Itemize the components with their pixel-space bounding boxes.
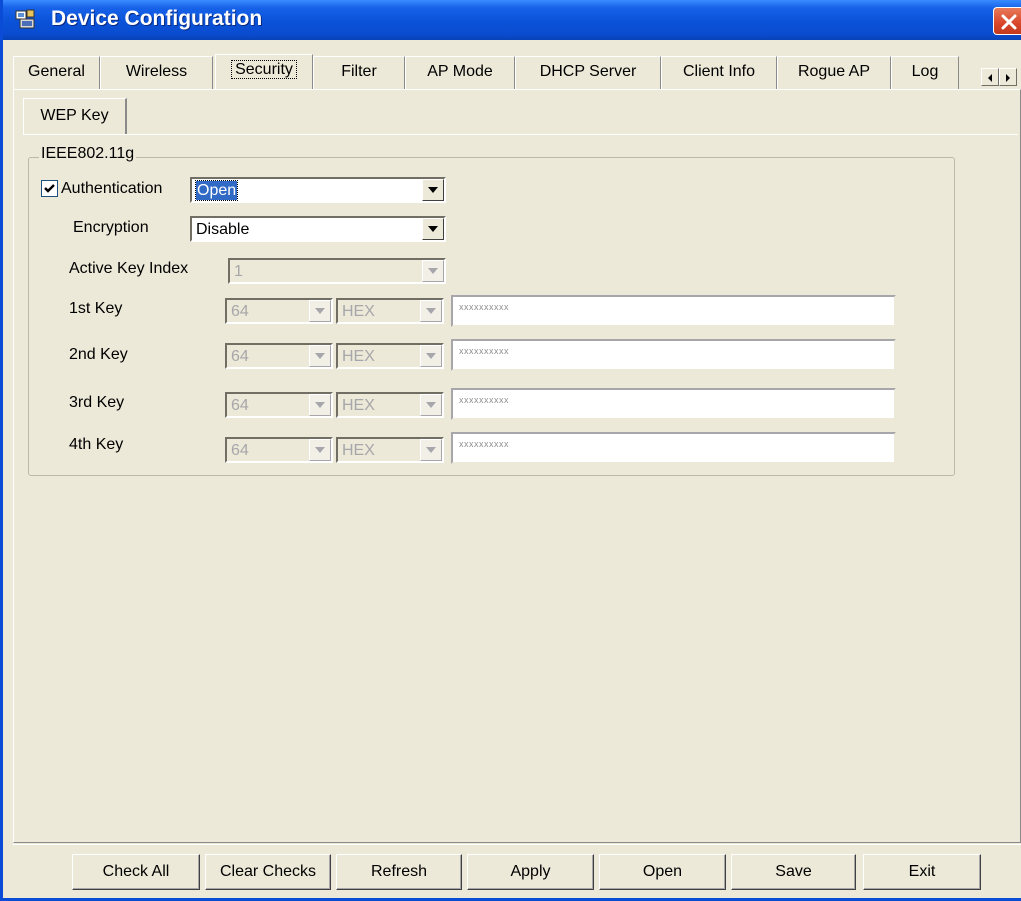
chevron-down-icon[interactable]	[422, 179, 444, 201]
tab-scroll-right-button[interactable]	[999, 68, 1017, 86]
tab-label: AP Mode	[427, 63, 493, 80]
key-value: xxxxxxxxxx	[459, 439, 509, 449]
key-3-label: 3rd Key	[69, 394, 125, 411]
open-button[interactable]: Open	[599, 854, 726, 890]
chevron-down-icon[interactable]	[420, 439, 442, 461]
key-format-value: HEX	[342, 442, 375, 459]
tab-label: Rogue AP	[797, 63, 871, 80]
clear-checks-button[interactable]: Clear Checks	[205, 854, 331, 890]
key-4-label: 4th Key	[69, 436, 124, 453]
tab-scroll-left-button[interactable]	[981, 68, 999, 86]
authentication-value: Open	[194, 180, 239, 201]
device-config-icon	[15, 9, 39, 31]
key-3-length-select[interactable]: 64	[225, 392, 333, 418]
refresh-button[interactable]: Refresh	[336, 854, 462, 890]
key-1-input[interactable]: xxxxxxxxxx	[451, 295, 896, 327]
chevron-down-icon[interactable]	[420, 345, 442, 367]
window-title: Device Configuration	[51, 7, 263, 30]
key-value: xxxxxxxxxx	[459, 346, 509, 356]
encryption-value: Disable	[196, 221, 250, 238]
tab-rogue-ap[interactable]: Rogue AP	[777, 56, 891, 90]
tab-label: Security	[231, 60, 297, 79]
key-format-value: HEX	[342, 397, 375, 414]
active-key-index-select[interactable]: 1	[228, 258, 446, 284]
key-4-length-select[interactable]: 64	[225, 437, 333, 463]
key-1-format-select[interactable]: HEX	[336, 298, 444, 324]
title-bar[interactable]: Device Configuration	[3, 0, 1021, 40]
chevron-down-icon[interactable]	[309, 345, 331, 367]
chevron-down-icon[interactable]	[422, 260, 444, 282]
chevron-down-icon[interactable]	[422, 218, 444, 240]
tab-label: Log	[911, 63, 939, 80]
tab-label: Filter	[341, 63, 377, 80]
authentication-select[interactable]: Open	[190, 177, 446, 203]
key-3-input[interactable]: xxxxxxxxxx	[451, 388, 896, 420]
button-bar-divider	[13, 844, 1021, 845]
tab-label: Wireless	[125, 63, 188, 80]
key-3-format-select[interactable]: HEX	[336, 392, 444, 418]
key-2-format-select[interactable]: HEX	[336, 343, 444, 369]
chevron-down-icon[interactable]	[309, 439, 331, 461]
key-4-format-select[interactable]: HEX	[336, 437, 444, 463]
chevron-down-icon[interactable]	[420, 300, 442, 322]
tab-wireless[interactable]: Wireless	[100, 56, 213, 90]
tab-label: General	[28, 63, 85, 80]
chevron-down-icon[interactable]	[420, 394, 442, 416]
key-length-value: 64	[231, 397, 249, 414]
key-1-label: 1st Key	[69, 300, 123, 317]
tab-ap-mode[interactable]: AP Mode	[405, 56, 515, 90]
apply-button[interactable]: Apply	[467, 854, 594, 890]
tab-label: Client Info	[682, 63, 756, 80]
authentication-label: Authentication	[61, 180, 163, 197]
check-all-button[interactable]: Check All	[72, 854, 200, 890]
key-length-value: 64	[231, 303, 249, 320]
subtab-divider	[23, 134, 1018, 135]
key-2-length-select[interactable]: 64	[225, 343, 333, 369]
key-length-value: 64	[231, 348, 249, 365]
tab-general[interactable]: General	[13, 56, 100, 90]
device-configuration-window: Device Configuration General Wireless Se…	[0, 0, 1021, 901]
authentication-checkbox[interactable]	[41, 180, 58, 197]
key-1-length-select[interactable]: 64	[225, 298, 333, 324]
chevron-down-icon[interactable]	[309, 394, 331, 416]
key-length-value: 64	[231, 442, 249, 459]
exit-button[interactable]: Exit	[863, 854, 981, 890]
encryption-label: Encryption	[73, 219, 149, 236]
chevron-down-icon[interactable]	[309, 300, 331, 322]
key-2-input[interactable]: xxxxxxxxxx	[451, 339, 896, 371]
key-2-label: 2nd Key	[69, 346, 128, 363]
key-format-value: HEX	[342, 303, 375, 320]
tab-wep-key[interactable]: WEP Key	[23, 98, 127, 134]
tab-label: DHCP Server	[539, 63, 637, 80]
group-label: IEEE802.11g	[39, 145, 137, 163]
subtab-label: WEP Key	[40, 107, 109, 124]
key-value: xxxxxxxxxx	[459, 302, 509, 312]
tab-client-info[interactable]: Client Info	[661, 56, 777, 90]
active-key-index-label: Active Key Index	[69, 260, 189, 277]
key-value: xxxxxxxxxx	[459, 395, 509, 405]
tab-filter[interactable]: Filter	[313, 56, 405, 90]
active-key-index-value: 1	[234, 263, 243, 280]
tab-log[interactable]: Log	[891, 56, 959, 90]
encryption-select[interactable]: Disable	[190, 216, 446, 242]
save-button[interactable]: Save	[731, 854, 856, 890]
tab-dhcp-server[interactable]: DHCP Server	[515, 56, 661, 90]
key-format-value: HEX	[342, 348, 375, 365]
key-4-input[interactable]: xxxxxxxxxx	[451, 432, 896, 464]
close-button[interactable]	[993, 7, 1021, 35]
tab-security[interactable]: Security	[215, 54, 313, 90]
